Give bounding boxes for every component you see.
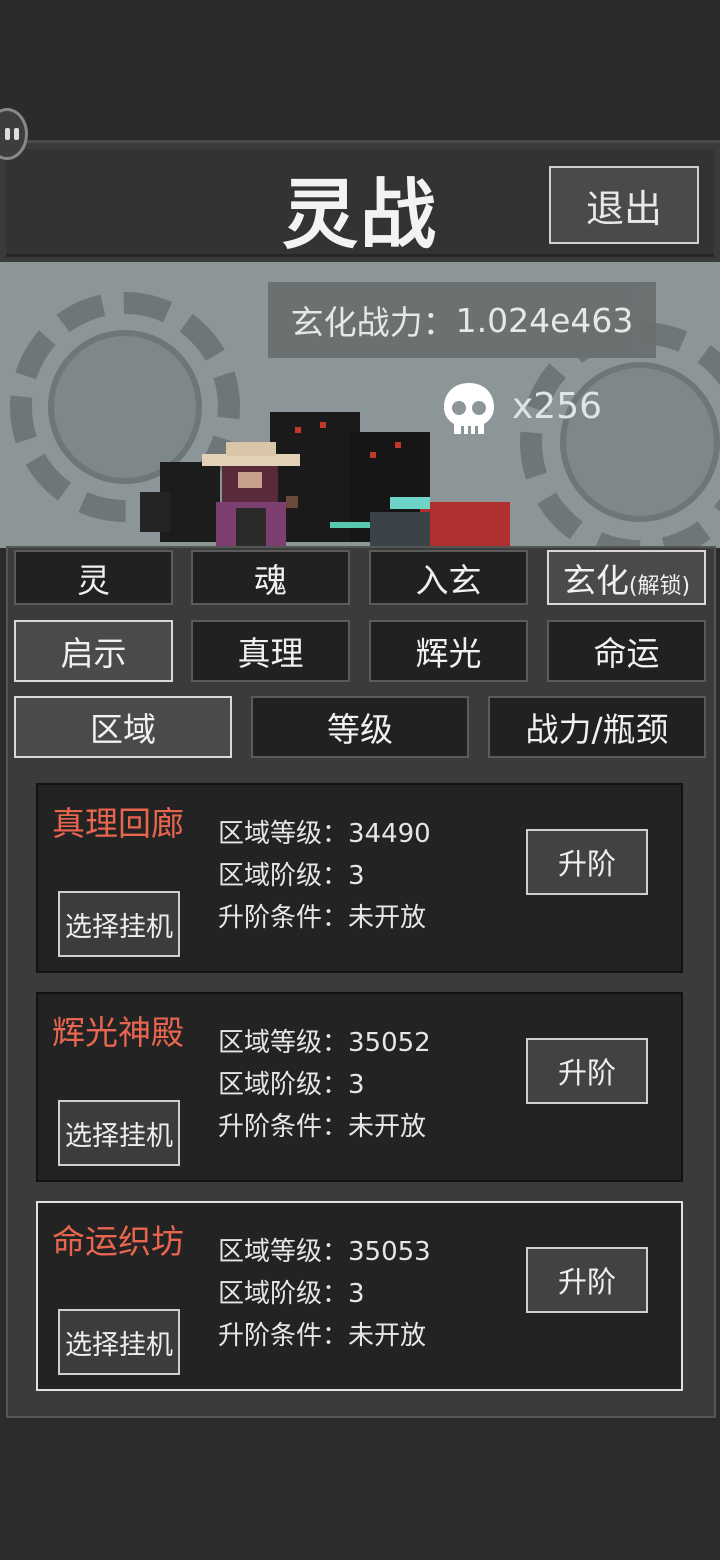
- zone-condition-value: 未开放: [348, 903, 427, 933]
- zone-condition-label: 升阶条件：: [218, 1321, 349, 1351]
- tab-label: 入玄: [415, 560, 482, 600]
- zone-stage-label: 区域阶级：: [218, 861, 349, 891]
- tab-label: 启示: [60, 634, 127, 673]
- tab-qishi[interactable]: 启示: [14, 620, 173, 682]
- tab-label: 真理: [237, 634, 304, 673]
- zone-name: 真理回廊: [52, 804, 184, 843]
- zone-level: 区域等级：35052: [218, 1022, 431, 1059]
- tab-ling[interactable]: 灵: [14, 550, 173, 605]
- zone-stage-value: 3: [348, 861, 365, 891]
- tab-label: 灵: [77, 560, 110, 600]
- select-idle-button[interactable]: 选择挂机: [58, 1100, 180, 1166]
- bottom-area: [0, 1420, 720, 1560]
- zone-condition-value: 未开放: [348, 1112, 427, 1142]
- bubble-dot-icon: [5, 128, 10, 140]
- tab-label: 辉光: [415, 634, 482, 673]
- select-idle-button[interactable]: 选择挂机: [58, 1309, 180, 1375]
- tab-huiguang[interactable]: 辉光: [369, 620, 528, 682]
- tab-power-bottleneck[interactable]: 战力/瓶颈: [488, 696, 706, 758]
- tab-label: 战力/瓶颈: [525, 710, 669, 749]
- tab-level[interactable]: 等级: [251, 696, 469, 758]
- zone-condition: 升阶条件：未开放: [218, 897, 426, 934]
- zone-stage-value: 3: [348, 1279, 365, 1309]
- tab-xuanhua[interactable]: 玄化 (解锁): [547, 550, 706, 605]
- tab-mingyun[interactable]: 命运: [547, 620, 706, 682]
- zone-name: 辉光神殿: [52, 1013, 184, 1052]
- battle-scene: 玄化战力： 1.024e463 x256: [0, 262, 720, 548]
- tab-zhenli[interactable]: 真理: [191, 620, 350, 682]
- zone-level-value: 35053: [348, 1237, 431, 1267]
- zone-level-label: 区域等级：: [218, 1028, 349, 1058]
- tab-hun[interactable]: 魂: [191, 550, 350, 605]
- zone-stage-label: 区域阶级：: [218, 1070, 349, 1100]
- tab-label: 玄化: [562, 560, 629, 600]
- player-character-sprite: [196, 440, 306, 548]
- power-label: 玄化战力：: [290, 303, 456, 342]
- upgrade-button[interactable]: 升阶: [526, 1247, 648, 1313]
- zone-condition-label: 升阶条件：: [218, 1112, 349, 1142]
- tab-label: 区域: [90, 710, 156, 749]
- tab-unlock-note: (解锁): [628, 573, 691, 599]
- zone-card-selected: 命运织坊 区域等级：35053 区域阶级：3 升阶条件：未开放 选择挂机 升阶: [36, 1201, 683, 1391]
- zone-condition-value: 未开放: [348, 1321, 427, 1351]
- bubble-dot-icon: [14, 128, 19, 140]
- zone-condition: 升阶条件：未开放: [218, 1315, 426, 1352]
- zone-stage-label: 区域阶级：: [218, 1279, 349, 1309]
- tab-label: 等级: [327, 710, 393, 749]
- tab-label: 命运: [593, 634, 660, 673]
- zone-condition-label: 升阶条件：: [218, 903, 349, 933]
- power-display: 玄化战力： 1.024e463: [268, 282, 656, 358]
- zone-card: 辉光神殿 区域等级：35052 区域阶级：3 升阶条件：未开放 选择挂机 升阶: [36, 992, 683, 1182]
- zone-card: 真理回廊 区域等级：34490 区域阶级：3 升阶条件：未开放 选择挂机 升阶: [36, 783, 683, 973]
- zone-stage: 区域阶级：3: [218, 1064, 365, 1101]
- tab-region[interactable]: 区域: [14, 696, 232, 758]
- zone-level-label: 区域等级：: [218, 1237, 349, 1267]
- power-value: 1.024e463: [455, 300, 634, 340]
- tab-label: 魂: [254, 560, 287, 600]
- select-idle-button[interactable]: 选择挂机: [58, 891, 180, 957]
- kill-count: x256: [512, 386, 603, 427]
- enemy-swarm-sprite: [120, 402, 510, 548]
- upgrade-button[interactable]: 升阶: [526, 1038, 648, 1104]
- zone-condition: 升阶条件：未开放: [218, 1106, 426, 1143]
- zone-level: 区域等级：35053: [218, 1231, 431, 1268]
- zone-stage-value: 3: [348, 1070, 365, 1100]
- zone-name: 命运织坊: [52, 1222, 184, 1261]
- zone-stage: 区域阶级：3: [218, 1273, 365, 1310]
- header-bar: 灵战 退出: [0, 140, 720, 262]
- tab-ruxuan[interactable]: 入玄: [369, 550, 528, 605]
- zone-level-label: 区域等级：: [218, 819, 349, 849]
- upgrade-button[interactable]: 升阶: [526, 829, 648, 895]
- zone-level: 区域等级：34490: [218, 813, 431, 850]
- exit-button[interactable]: 退出: [549, 166, 699, 244]
- zone-stage: 区域阶级：3: [218, 855, 365, 892]
- zone-level-value: 34490: [348, 819, 431, 849]
- zone-level-value: 35052: [348, 1028, 431, 1058]
